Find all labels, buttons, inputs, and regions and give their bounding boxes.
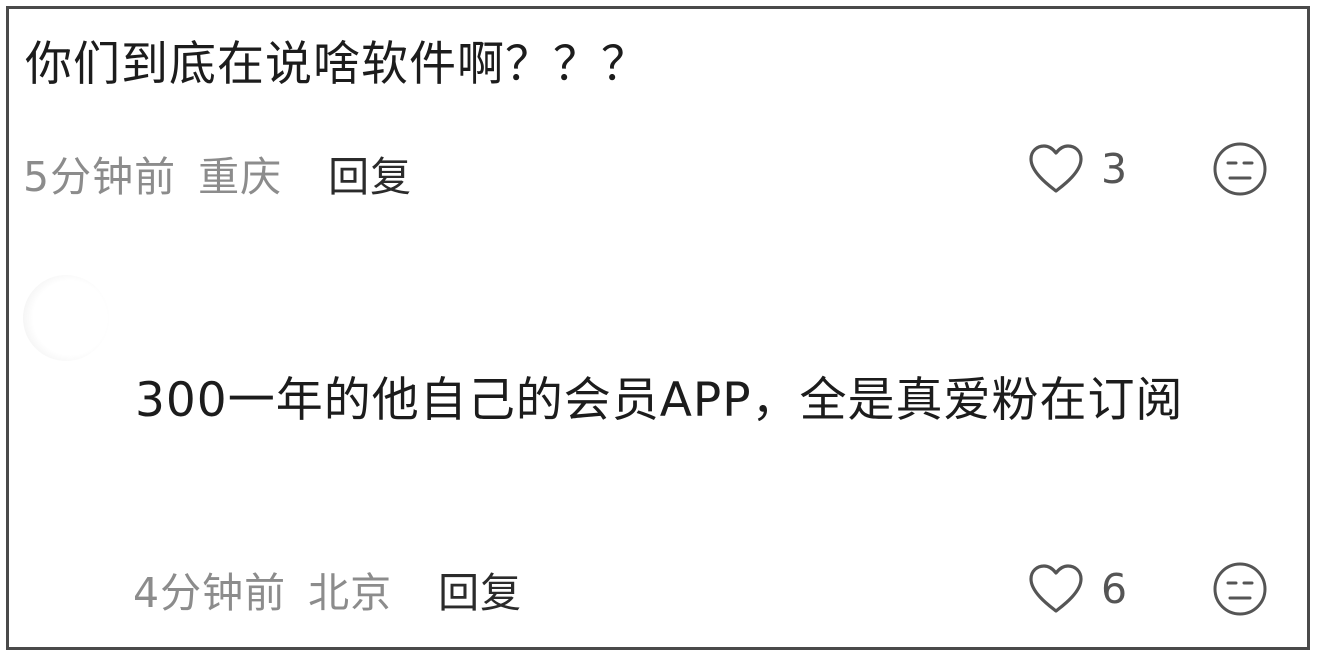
heart-icon[interactable] bbox=[1027, 143, 1085, 195]
comment-item: 你们到底在说啥软件啊？？？ 5分钟前 重庆 回复 3 bbox=[9, 9, 1307, 259]
comment-actions: 3 bbox=[1027, 139, 1269, 199]
comment-actions: 6 bbox=[1027, 559, 1269, 619]
like-button[interactable]: 6 bbox=[1027, 563, 1129, 615]
heart-icon[interactable] bbox=[1027, 563, 1085, 615]
like-count: 3 bbox=[1101, 145, 1128, 193]
comment-time: 5分钟前 bbox=[23, 153, 177, 201]
comment-item: 300一年的他自己的会员APP，全是真爱粉在订阅 4分钟前 北京 回复 6 bbox=[9, 259, 1307, 647]
comment-time: 4分钟前 bbox=[133, 569, 287, 617]
comment-text: 300一年的他自己的会员APP，全是真爱粉在订阅 bbox=[135, 373, 1184, 428]
reply-button[interactable]: 回复 bbox=[328, 143, 412, 203]
comment-text: 你们到底在说啥软件啊？？？ bbox=[25, 37, 649, 92]
like-count: 6 bbox=[1101, 565, 1128, 613]
like-button[interactable]: 3 bbox=[1027, 143, 1129, 195]
meh-face-icon[interactable] bbox=[1211, 560, 1269, 618]
meh-face-icon[interactable] bbox=[1211, 140, 1269, 198]
comment-list: 你们到底在说啥软件啊？？？ 5分钟前 重庆 回复 3 300一年的他自己的会员A… bbox=[6, 6, 1310, 650]
comment-location: 北京 bbox=[308, 569, 393, 617]
comment-meta: 5分钟前 重庆 回复 bbox=[23, 143, 412, 203]
comment-location: 重庆 bbox=[198, 153, 283, 201]
avatar[interactable] bbox=[23, 275, 109, 361]
reply-button[interactable]: 回复 bbox=[438, 559, 522, 619]
comment-meta: 4分钟前 北京 回复 bbox=[133, 559, 522, 619]
